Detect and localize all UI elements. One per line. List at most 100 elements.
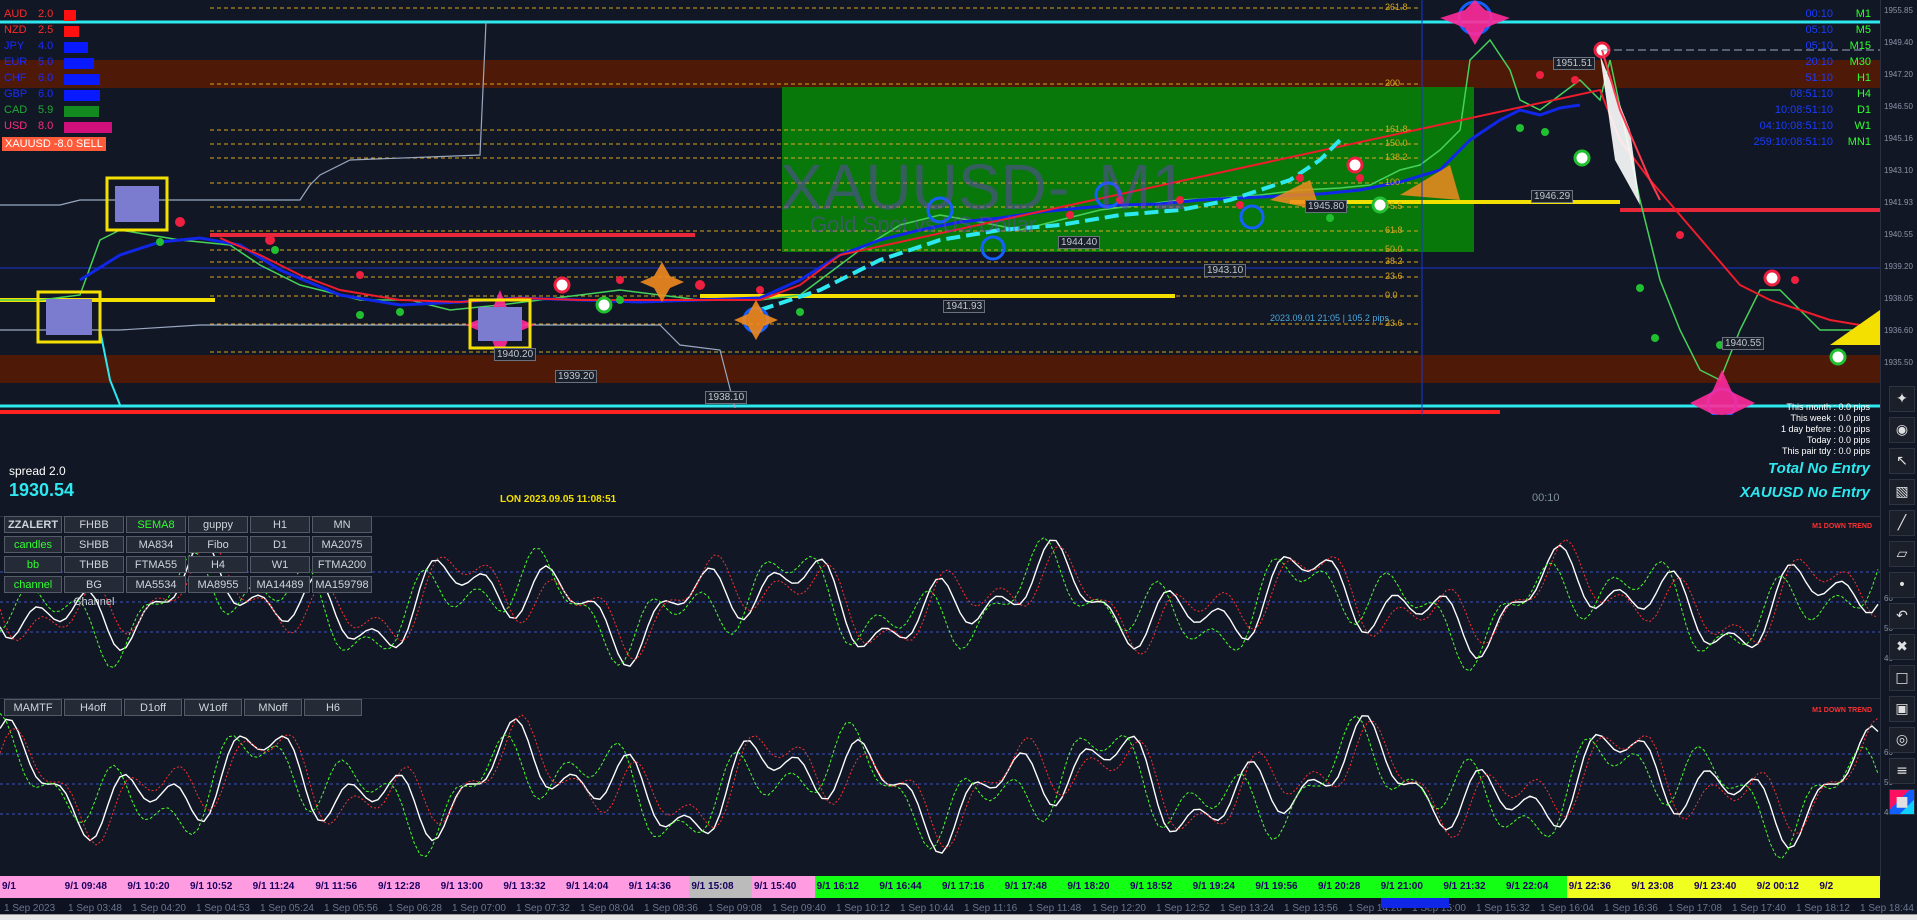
toggle-bb[interactable]: bb (4, 556, 62, 573)
toggle-thbb[interactable]: THBB (64, 556, 124, 573)
toggle-ma2075[interactable]: MA2075 (312, 536, 372, 553)
dot-icon[interactable]: • (1889, 572, 1915, 598)
monitor-icon[interactable]: □ (1889, 665, 1915, 691)
session-time: 9/1 23:40 (1694, 881, 1737, 892)
toggle-zzalert[interactable]: ZZALERT (4, 516, 62, 533)
currency-value: 8.0 (38, 120, 54, 132)
price-axis-tick: 1949.40 (1884, 38, 1913, 47)
tf-name: MN1 (1847, 136, 1871, 148)
toggle-mamtf[interactable]: MAMTF (4, 699, 62, 716)
toggle-w1off[interactable]: W1off (184, 699, 242, 716)
spread-label: spread 2.0 (9, 464, 66, 478)
fib-level-label: 61.8 (1385, 225, 1403, 235)
session-cell: 9/1 23:40 (1692, 876, 1755, 898)
strength-bar (64, 10, 76, 21)
session-timeline: 9/1 9/1 09:48 9/1 10:20 9/1 10:52 9/1 11:24 9… (0, 876, 1880, 898)
signal-badge: XAUUSD -8.0 SELL (2, 137, 106, 151)
session-time: 9/1 11:24 (252, 881, 295, 892)
fib-level-label: 23.6 (1385, 271, 1403, 281)
tf-countdown: 10:08:51:10 (1774, 104, 1833, 116)
undo-icon[interactable]: ↶ (1889, 603, 1915, 629)
session-time: 9/1 16:12 (816, 881, 859, 892)
toggle-mn[interactable]: MN (312, 516, 372, 533)
tf-row-h1: 51:10 H1 (1705, 72, 1875, 86)
currency-code: EUR (4, 56, 28, 68)
toggle-ma8955[interactable]: MA8955 (188, 576, 248, 593)
currency-code: CAD (4, 104, 28, 116)
session-time: 9/1 12:28 (378, 881, 421, 892)
toggle-h1[interactable]: H1 (250, 516, 310, 533)
toggle-fibo[interactable]: Fibo (188, 536, 248, 553)
toggle-ma5534[interactable]: MA5534 (126, 576, 186, 593)
camera-icon[interactable]: ◎ (1889, 727, 1915, 753)
toggle-h4[interactable]: H4 (188, 556, 248, 573)
toggle-guppy[interactable]: guppy (188, 516, 248, 533)
currency-value: 6.0 (38, 72, 54, 84)
session-cell: 9/1 (0, 876, 63, 898)
toggle-ma834[interactable]: MA834 (126, 536, 186, 553)
price-axis-tick: 1940.55 (1884, 230, 1913, 239)
oscillator-panel-b[interactable]: M1 DOWN TREND (0, 698, 1880, 869)
toggle-h6[interactable]: H6 (304, 699, 362, 716)
pips-stats: This month : 0.0 pips This week : 0.0 pi… (1755, 402, 1870, 457)
session-time: 9/1 (2, 881, 16, 892)
tf-row-m15: 05:10 M15 (1705, 40, 1875, 54)
tf-row-m1: 00:10 M1 (1705, 8, 1875, 22)
toggle-fhbb[interactable]: FHBB (64, 516, 124, 533)
palette-icon[interactable]: ■ (1889, 789, 1915, 815)
toggle-d1off[interactable]: D1off (124, 699, 182, 716)
lightbulb-icon[interactable]: ✦ (1889, 386, 1915, 412)
session-cell: 9/1 20:28 (1316, 876, 1379, 898)
stat-today: Today : 0.0 pips (1806, 435, 1870, 445)
toggle-shbb[interactable]: SHBB (64, 536, 124, 553)
price-axis-tick: 1941.93 (1884, 198, 1913, 207)
tf-countdown: 00:10 (1805, 8, 1833, 20)
session-time: 9/2 00:12 (1756, 881, 1799, 892)
fib-level-label: 100 (1385, 177, 1401, 187)
toggle-ma159798[interactable]: MA159798 (312, 576, 372, 593)
strength-bar (64, 58, 94, 69)
currency-code: JPY (4, 40, 25, 52)
oscillator-b-chart (0, 712, 1880, 860)
toggle-ftma200[interactable]: FTMA200 (312, 556, 372, 573)
currency-row-usd: USD 8.0 (0, 120, 130, 134)
timeline-scroll-marker[interactable] (1381, 898, 1449, 908)
tf-countdown: 51:10 (1805, 72, 1833, 84)
toggle-ftma55[interactable]: FTMA55 (126, 556, 186, 573)
toggle-d1[interactable]: D1 (250, 536, 310, 553)
currency-value: 5.0 (38, 56, 54, 68)
tf-row-h4: 08:51:10 H4 (1705, 88, 1875, 102)
currency-value: 4.0 (38, 40, 54, 52)
watermark-separator: - (1048, 151, 1070, 223)
toggle-candles[interactable]: candles (4, 536, 62, 553)
toggle-mnoff[interactable]: MNoff (244, 699, 302, 716)
eye-icon[interactable]: ◉ (1889, 417, 1915, 443)
horizontal-scrollbar[interactable] (0, 914, 1917, 920)
toggle-bg-channel[interactable]: BG Channel (64, 576, 124, 608)
cursor-icon[interactable]: ↖ (1889, 448, 1915, 474)
currency-row-jpy: JPY 4.0 (0, 40, 130, 54)
toggle-ma14489[interactable]: MA14489 (250, 576, 310, 593)
toggle-h4off[interactable]: H4off (64, 699, 122, 716)
down-trend-label-a: M1 DOWN TREND (1812, 523, 1872, 530)
session-cell: 9/1 17:16 (940, 876, 1003, 898)
monitor2-icon[interactable]: ▣ (1889, 696, 1915, 722)
toggle-sema8[interactable]: SEMA8 (126, 516, 186, 533)
tf-row-w1: 04:10:08:51:10 W1 (1705, 120, 1875, 134)
fib-level-label: 261.8 (1385, 2, 1408, 12)
toggle-w1[interactable]: W1 (250, 556, 310, 573)
tf-name: W1 (1854, 120, 1872, 132)
session-time: 9/1 09:48 (64, 881, 107, 892)
trash-icon[interactable]: ✖ (1889, 634, 1915, 660)
eraser-icon[interactable]: ▧ (1889, 479, 1915, 505)
toggle-channel[interactable]: channel (4, 576, 62, 593)
pen-icon[interactable]: ╱ (1889, 510, 1915, 536)
clipboard-icon[interactable]: ≡ (1889, 758, 1915, 784)
session-cell: 9/1 22:36 (1566, 876, 1630, 898)
session-cell: 9/1 16:12 (814, 876, 878, 898)
session-time: 9/1 13:00 (440, 881, 483, 892)
tf-row-m30: 20:10 M30 (1705, 56, 1875, 70)
stat-this-week: This week : 0.0 pips (1790, 413, 1870, 423)
ruler-icon[interactable]: ▱ (1889, 541, 1915, 567)
trading-chart-window: 261.8 200 161.8 150.0 138.2 100 75.5 61.8 50.0 38… (0, 0, 1917, 920)
